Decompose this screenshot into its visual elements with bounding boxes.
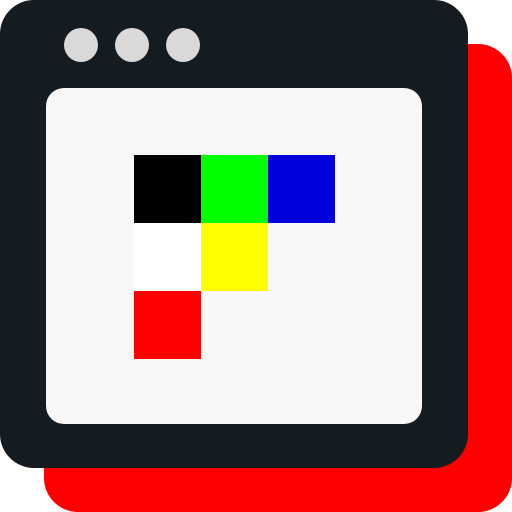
window-dot-2: [115, 28, 149, 62]
color-swatch: [134, 223, 201, 291]
color-swatch: [268, 155, 335, 223]
window-dot-3: [166, 28, 200, 62]
front-window: [0, 0, 468, 468]
color-swatch: [134, 291, 201, 359]
window-dot-1: [64, 28, 98, 62]
color-swatch: [134, 155, 201, 223]
color-swatch: [201, 155, 268, 223]
content-area: [46, 88, 422, 424]
color-swatch: [201, 223, 268, 291]
color-palette-grid: [134, 155, 335, 360]
app-icon: [0, 0, 512, 512]
window-controls: [64, 28, 200, 62]
